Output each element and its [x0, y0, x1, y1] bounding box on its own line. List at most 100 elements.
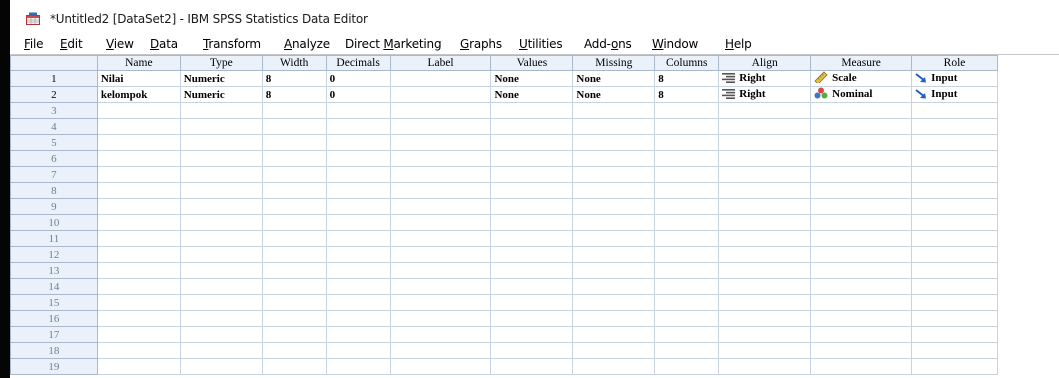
cell-measure[interactable]: [810, 246, 913, 263]
cell-missing[interactable]: [572, 102, 656, 119]
menu-add-ons[interactable]: Add-ons: [584, 37, 632, 51]
cell-name[interactable]: [96, 182, 181, 199]
cell-role[interactable]: [911, 166, 998, 183]
cell-measure[interactable]: [810, 278, 913, 295]
row-number[interactable]: 6: [10, 150, 98, 167]
menu-edit[interactable]: Edit: [60, 37, 83, 51]
cell-missing[interactable]: [572, 214, 656, 231]
cell-type[interactable]: [179, 278, 263, 295]
cell-decimals[interactable]: 0: [325, 86, 391, 103]
column-header-label[interactable]: Label: [389, 55, 492, 71]
empty-variable-row[interactable]: 14: [10, 278, 1059, 295]
cell-columns[interactable]: [654, 198, 720, 215]
cell-values[interactable]: [490, 166, 574, 183]
cell-columns[interactable]: [654, 166, 720, 183]
cell-name[interactable]: [96, 102, 181, 119]
cell-role[interactable]: [911, 326, 998, 343]
cell-type[interactable]: [179, 150, 263, 167]
cell-measure[interactable]: [810, 198, 913, 215]
cell-decimals[interactable]: [325, 358, 391, 375]
cell-align[interactable]: [718, 102, 812, 119]
cell-missing[interactable]: [572, 150, 656, 167]
cell-values[interactable]: [490, 294, 574, 311]
cell-values[interactable]: [490, 102, 574, 119]
cell-type[interactable]: Numeric: [179, 86, 263, 103]
cell-align[interactable]: Right: [718, 86, 812, 103]
cell-measure[interactable]: Scale: [810, 70, 913, 87]
cell-label[interactable]: [389, 102, 492, 119]
cell-label[interactable]: [389, 86, 492, 103]
cell-label[interactable]: [389, 214, 492, 231]
cell-align[interactable]: [718, 166, 812, 183]
cell-decimals[interactable]: [325, 214, 391, 231]
column-header-type[interactable]: Type: [179, 55, 263, 71]
cell-columns[interactable]: [654, 246, 720, 263]
cell-columns[interactable]: [654, 182, 720, 199]
cell-width[interactable]: [261, 150, 327, 167]
menu-transform[interactable]: Transform: [203, 37, 261, 51]
cell-width[interactable]: [261, 134, 327, 151]
cell-missing[interactable]: [572, 358, 656, 375]
cell-values[interactable]: [490, 246, 574, 263]
cell-columns[interactable]: [654, 326, 720, 343]
cell-measure[interactable]: [810, 182, 913, 199]
cell-width[interactable]: 8: [261, 86, 327, 103]
cell-width[interactable]: [261, 230, 327, 247]
cell-columns[interactable]: [654, 358, 720, 375]
empty-variable-row[interactable]: 10: [10, 214, 1059, 231]
cell-width[interactable]: [261, 358, 327, 375]
cell-name[interactable]: [96, 214, 181, 231]
row-number[interactable]: 10: [10, 214, 98, 231]
cell-values[interactable]: [490, 342, 574, 359]
cell-type[interactable]: [179, 198, 263, 215]
cell-label[interactable]: [389, 118, 492, 135]
cell-measure[interactable]: [810, 230, 913, 247]
cell-name[interactable]: [96, 246, 181, 263]
cell-width[interactable]: [261, 294, 327, 311]
column-header-measure[interactable]: Measure: [810, 55, 913, 71]
cell-width[interactable]: [261, 118, 327, 135]
cell-name[interactable]: [96, 262, 181, 279]
column-header-width[interactable]: Width: [261, 55, 327, 71]
cell-label[interactable]: [389, 246, 492, 263]
cell-role[interactable]: [911, 214, 998, 231]
empty-variable-row[interactable]: 9: [10, 198, 1059, 215]
cell-values[interactable]: [490, 150, 574, 167]
cell-align[interactable]: [718, 326, 812, 343]
cell-role[interactable]: [911, 102, 998, 119]
row-number[interactable]: 7: [10, 166, 98, 183]
empty-variable-row[interactable]: 3: [10, 102, 1059, 119]
cell-align[interactable]: [718, 118, 812, 135]
cell-width[interactable]: [261, 214, 327, 231]
cell-name[interactable]: [96, 294, 181, 311]
row-number[interactable]: 13: [10, 262, 98, 279]
cell-decimals[interactable]: [325, 262, 391, 279]
cell-width[interactable]: [261, 310, 327, 327]
cell-type[interactable]: [179, 102, 263, 119]
cell-measure[interactable]: [810, 358, 913, 375]
cell-decimals[interactable]: [325, 166, 391, 183]
cell-role[interactable]: [911, 294, 998, 311]
cell-missing[interactable]: [572, 310, 656, 327]
cell-name[interactable]: [96, 310, 181, 327]
column-header-values[interactable]: Values: [490, 55, 574, 71]
cell-type[interactable]: [179, 166, 263, 183]
cell-values[interactable]: [490, 326, 574, 343]
cell-values[interactable]: None: [490, 86, 574, 103]
cell-values[interactable]: [490, 118, 574, 135]
cell-values[interactable]: None: [490, 70, 574, 87]
menu-direct-marketing[interactable]: Direct Marketing: [345, 37, 442, 51]
cell-width[interactable]: [261, 326, 327, 343]
cell-name[interactable]: Nilai: [96, 70, 181, 87]
cell-type[interactable]: [179, 118, 263, 135]
cell-label[interactable]: [389, 230, 492, 247]
variable-row[interactable]: 1 Nilai Numeric 8 0 None None 8 Right Scale Input: [10, 70, 1059, 87]
cell-missing[interactable]: [572, 166, 656, 183]
cell-measure[interactable]: Nominal: [810, 86, 913, 103]
cell-label[interactable]: [389, 294, 492, 311]
cell-missing[interactable]: [572, 262, 656, 279]
cell-align[interactable]: [718, 134, 812, 151]
row-number[interactable]: 14: [10, 278, 98, 295]
cell-label[interactable]: [389, 198, 492, 215]
cell-label[interactable]: [389, 278, 492, 295]
